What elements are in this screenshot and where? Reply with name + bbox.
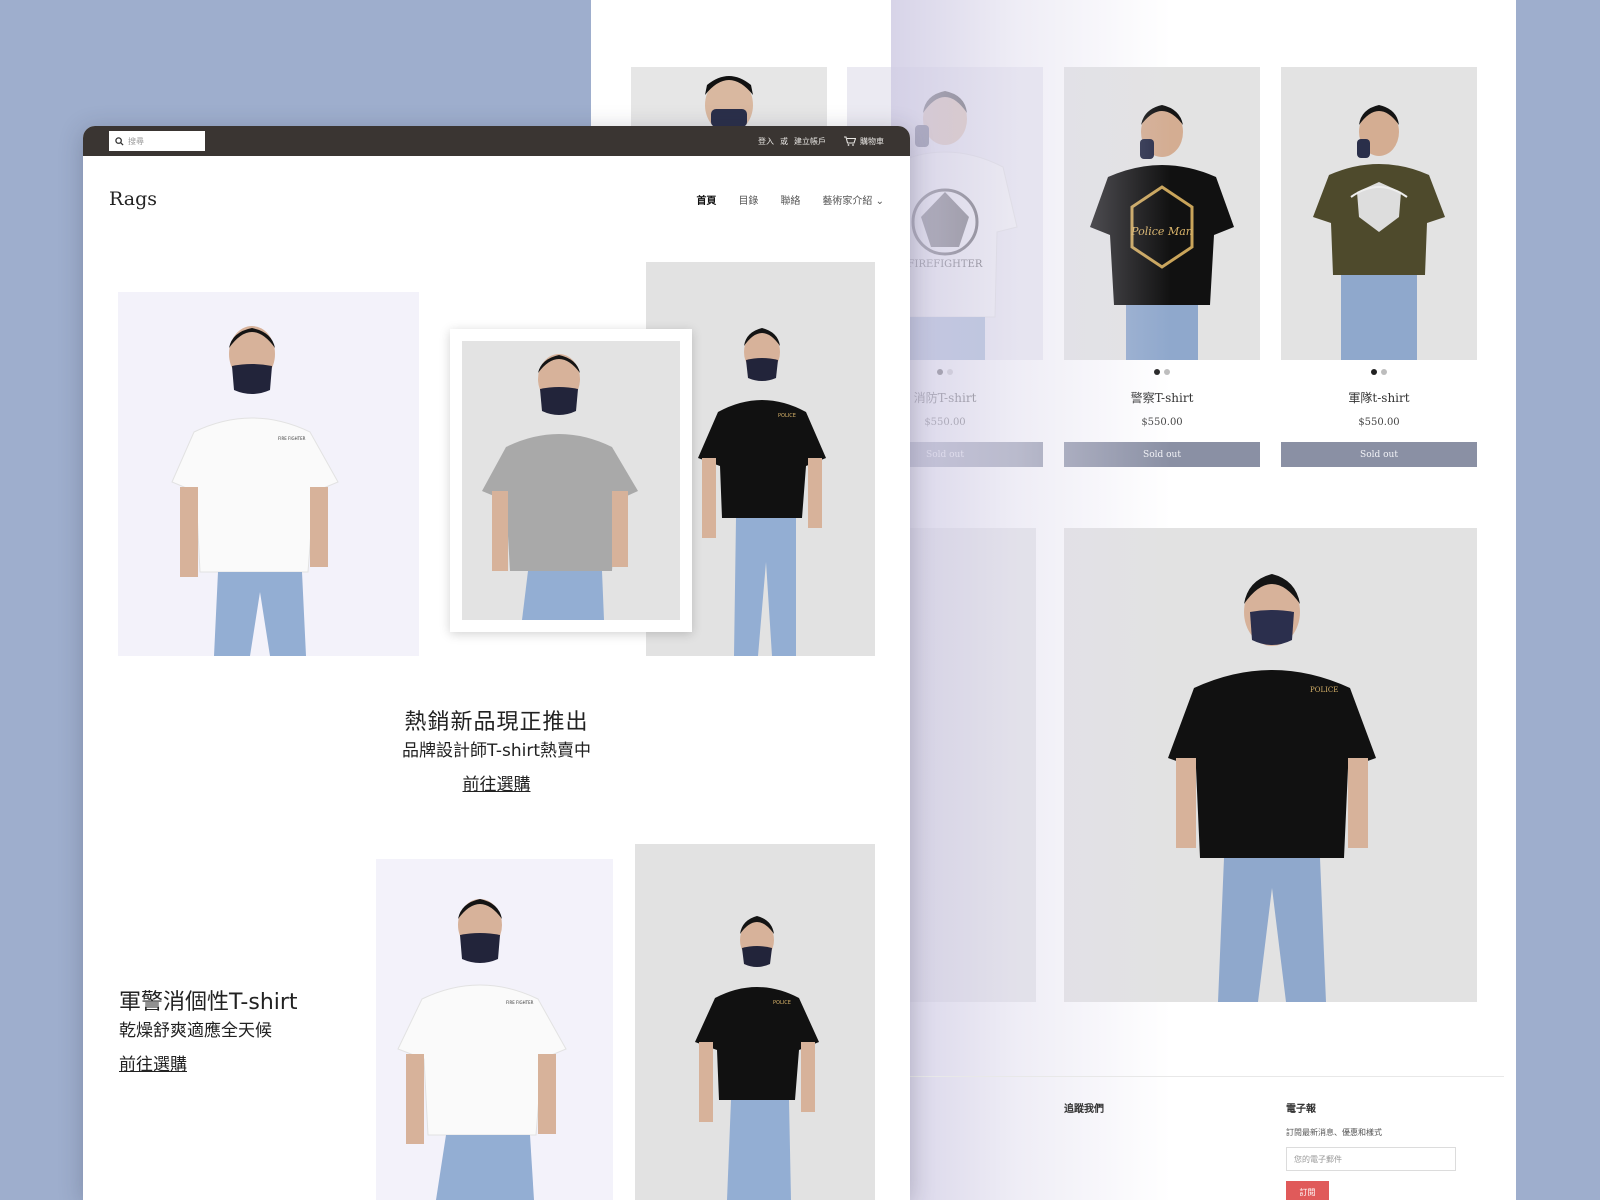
image-dots[interactable] xyxy=(1281,369,1477,376)
product-price: $550.00 xyxy=(1141,417,1183,428)
footer-divider xyxy=(891,1076,1504,1077)
svg-text:FIRE FIGHTER: FIRE FIGHTER xyxy=(278,436,306,441)
section-subtitle: 乾燥舒爽適應全天候 xyxy=(119,1021,272,1041)
login-link[interactable]: 登入 xyxy=(758,136,774,147)
search-placeholder: 搜尋 xyxy=(128,136,144,146)
cart-label: 購物車 xyxy=(860,136,884,146)
newsletter-description: 訂閱最新消息、優惠和樣式 xyxy=(1286,1128,1382,1137)
product-photo[interactable] xyxy=(1281,67,1477,360)
svg-text:Police Man: Police Man xyxy=(1130,225,1193,238)
email-placeholder: 您的電子郵件 xyxy=(1294,1154,1342,1164)
svg-text:FIRE FIGHTER: FIRE FIGHTER xyxy=(506,1000,534,1005)
or-text: 或 xyxy=(780,136,788,146)
sold-out-button[interactable]: Sold out xyxy=(1281,442,1477,467)
account-links: 登入 或 建立帳戶 購物車 xyxy=(758,126,884,156)
top-bar: 搜尋 登入 或 建立帳戶 購物車 xyxy=(83,126,910,156)
chevron-down-icon: ⌄ xyxy=(872,196,884,207)
featured-product-photo[interactable]: POLICE xyxy=(1064,528,1477,1002)
product-card[interactable]: Police Man 警察T-shirt $550.00 Sold out xyxy=(1064,67,1260,467)
hero-photo-grey-shirt[interactable] xyxy=(450,329,692,632)
product-photo[interactable]: Police Man xyxy=(1064,67,1260,360)
hero-subtitle: 品牌設計師T-shirt熱賣中 xyxy=(402,741,591,761)
cart-link[interactable]: 購物車 xyxy=(844,136,884,147)
email-field[interactable]: 您的電子郵件 xyxy=(1286,1147,1456,1171)
cart-icon xyxy=(844,136,856,146)
svg-text:FIREFIGHTER: FIREFIGHTER xyxy=(908,259,983,270)
nav-contact[interactable]: 聯絡 xyxy=(780,192,800,207)
product-name[interactable]: 警察T-shirt xyxy=(1064,389,1260,405)
image-dots[interactable] xyxy=(1064,369,1260,376)
search-input[interactable]: 搜尋 xyxy=(109,131,205,151)
main-nav: 首頁 目錄 聯絡 藝術家介紹 ⌄ xyxy=(696,192,884,207)
section-title: 軍警消個性T-shirt xyxy=(119,990,298,1015)
hero-shop-link[interactable]: 前往選購 xyxy=(83,770,910,795)
sold-out-button[interactable]: Sold out xyxy=(1064,442,1260,467)
svg-text:POLICE: POLICE xyxy=(1310,686,1338,694)
home-page: 搜尋 登入 或 建立帳戶 購物車 Rags 首頁 目錄 聯絡 藝術家介紹 ⌄ F… xyxy=(83,126,910,1200)
product-name[interactable]: 軍隊t-shirt xyxy=(1281,389,1477,405)
product-card[interactable]: 軍隊t-shirt $550.00 Sold out xyxy=(1281,67,1477,467)
hero-photo-white-shirt[interactable]: FIRE FIGHTER xyxy=(118,292,419,656)
site-logo[interactable]: Rags xyxy=(109,188,157,210)
section-photo-black-shirt[interactable]: POLICE xyxy=(635,844,875,1200)
hero-title: 熱銷新品現正推出 xyxy=(404,710,589,735)
follow-us-heading: 追蹤我們 xyxy=(1064,1104,1104,1115)
section-photo-white-shirt[interactable]: FIRE FIGHTER xyxy=(376,859,613,1200)
section-shop-link[interactable]: 前往選購 xyxy=(119,1050,187,1075)
svg-text:POLICE: POLICE xyxy=(773,1000,791,1006)
nav-home[interactable]: 首頁 xyxy=(696,192,716,207)
svg-text:POLICE: POLICE xyxy=(778,413,796,419)
create-account-link[interactable]: 建立帳戶 xyxy=(794,136,826,147)
subscribe-button[interactable]: 訂閱 xyxy=(1286,1181,1329,1200)
nav-catalog[interactable]: 目錄 xyxy=(738,192,758,207)
search-icon xyxy=(115,136,124,146)
newsletter-heading: 電子報 xyxy=(1286,1104,1316,1115)
nav-artists[interactable]: 藝術家介紹 ⌄ xyxy=(822,192,884,207)
product-price: $550.00 xyxy=(1358,417,1400,428)
